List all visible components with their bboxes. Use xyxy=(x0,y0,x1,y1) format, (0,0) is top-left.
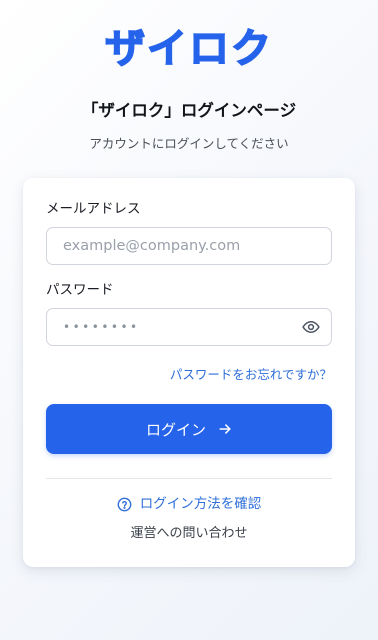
question-circle-icon xyxy=(117,497,132,511)
login-button[interactable]: ログイン xyxy=(46,404,332,454)
email-field[interactable]: example@company.com xyxy=(46,227,332,265)
password-label: パスワード xyxy=(46,282,114,298)
forgot-password-link[interactable]: パスワードをお忘れですか？ xyxy=(170,364,332,386)
email-placeholder: example@company.com xyxy=(63,238,241,254)
login-button-label: ログイン xyxy=(145,420,206,439)
login-card: メールアドレス example@company.com パスワード ••••••… xyxy=(23,178,355,567)
password-field[interactable]: •••••••• xyxy=(46,308,332,346)
page-title: 「ザイロク」ログインページ xyxy=(81,101,297,120)
eye-icon[interactable] xyxy=(301,318,321,336)
arrow-right-icon xyxy=(219,424,231,434)
divider xyxy=(46,478,332,479)
login-help-label: ログイン方法を確認 xyxy=(139,496,262,512)
password-masked-value: •••••••• xyxy=(63,320,140,334)
login-help-link[interactable]: ログイン方法を確認 xyxy=(23,493,355,515)
page-subtitle: アカウントにログインしてください xyxy=(89,136,289,151)
email-label: メールアドレス xyxy=(46,201,141,217)
brand-logo: ザイロク xyxy=(104,25,273,73)
contact-support-link[interactable]: 運営への問い合わせ xyxy=(23,523,355,545)
